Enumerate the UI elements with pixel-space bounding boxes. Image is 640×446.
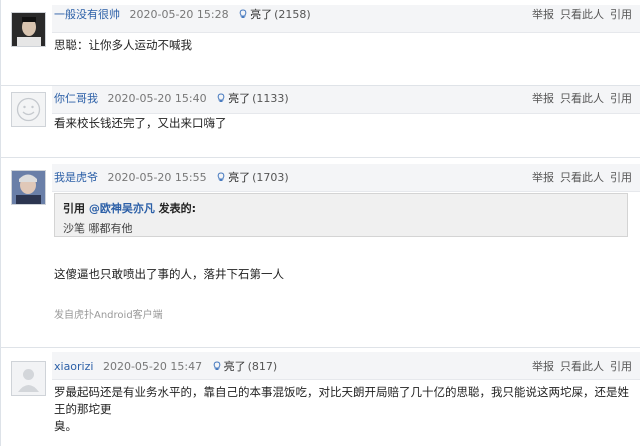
- reply-header: xiaorizi 2020-05-20 15:47 亮了 (817) 举报 只看此人…: [54, 358, 632, 374]
- light-button[interactable]: 亮了 (1703): [216, 171, 289, 184]
- light-label: 亮了: [228, 92, 251, 105]
- quote-suffix: 发表的:: [154, 202, 197, 215]
- post-time: 2020-05-20 15:28: [129, 8, 229, 21]
- quote-link[interactable]: 引用: [610, 92, 632, 105]
- light-bulb-icon: [217, 93, 225, 102]
- username[interactable]: 你仁哥我: [54, 92, 98, 105]
- reply-content: 看来校长钱还完了，又出来口嗨了: [54, 116, 227, 130]
- light-bulb-icon: [239, 9, 247, 18]
- post-time: 2020-05-20 15:47: [102, 360, 203, 373]
- only-this-user-link[interactable]: 只看此人: [560, 360, 604, 373]
- quote-link[interactable]: 引用: [610, 360, 632, 373]
- quote-header: 引用 @欧神吴亦凡 发表的:: [63, 200, 619, 216]
- post-actions: 举报 只看此人 引用: [526, 169, 632, 185]
- reply-content: 这傻逼也只敢喷出了事的人，落井下石第一人: [54, 267, 284, 281]
- light-count: (1133): [252, 92, 289, 105]
- only-this-user-link[interactable]: 只看此人: [560, 92, 604, 105]
- light-label: 亮了: [223, 360, 246, 373]
- light-count: (817): [247, 360, 278, 373]
- light-bulb-icon: [213, 361, 220, 370]
- username[interactable]: 我是虎爷: [54, 171, 98, 184]
- client-source: 发自虎扑Android客户端: [54, 310, 163, 321]
- quote-link[interactable]: 引用: [610, 8, 632, 21]
- user-photo-avatar-icon: [12, 13, 45, 46]
- default-person-avatar-icon: [12, 362, 45, 395]
- avatar[interactable]: [11, 92, 46, 127]
- reply-header: 我是虎爷 2020-05-20 15:55 亮了 (1703) 举报 只看此人 引用: [54, 169, 632, 185]
- light-button[interactable]: 亮了 (817): [212, 360, 278, 373]
- quote-body: 沙笔 哪都有他: [63, 222, 133, 235]
- reply-post: 我是虎爷 2020-05-20 15:55 亮了 (1703) 举报 只看此人引用 …: [0, 158, 640, 348]
- report-link[interactable]: 举报: [532, 92, 554, 105]
- light-count: (1703): [252, 171, 289, 184]
- only-this-user-link[interactable]: 只看此人: [560, 8, 604, 21]
- report-link[interactable]: 举报: [532, 360, 554, 373]
- light-label: 亮了: [250, 8, 273, 21]
- reply-content-line: 臭。: [54, 419, 77, 433]
- post-actions: 举报 只看此人 引用: [526, 6, 632, 22]
- avatar[interactable]: [11, 12, 46, 47]
- user-photo-avatar-icon: [12, 171, 45, 204]
- reply-content: 思聪：让你多人运动不喊我: [54, 38, 192, 52]
- quote-link[interactable]: 引用: [610, 171, 632, 184]
- quote-block: 引用 @欧神吴亦凡 发表的: 沙笔 哪都有他: [54, 193, 628, 237]
- post-actions: 举报 只看此人 引用: [526, 358, 632, 374]
- light-label: 亮了: [228, 171, 251, 184]
- reply-post: 你仁哥我 2020-05-20 15:40 亮了 (1133) 举报 只看此人 引用 …: [0, 86, 640, 158]
- default-smiley-avatar-icon: [12, 93, 45, 126]
- reply-post: xiaorizi 2020-05-20 15:47 亮了 (817) 举报 只看此人…: [0, 348, 640, 446]
- username[interactable]: 一般没有很帅: [54, 8, 120, 21]
- report-link[interactable]: 举报: [532, 8, 554, 21]
- reply-post: 一般没有很帅 2020-05-20 15:28 亮了 (2158) 举报 只看此人引…: [0, 0, 640, 86]
- reply-header: 你仁哥我 2020-05-20 15:40 亮了 (1133) 举报 只看此人 引用: [54, 90, 632, 106]
- reply-header: 一般没有很帅 2020-05-20 15:28 亮了 (2158) 举报 只看此人引…: [54, 6, 632, 22]
- light-button[interactable]: 亮了 (1133): [216, 92, 289, 105]
- reply-content: 罗最起码还是有业务水平的，靠自己的本事混饭吃，对比天朗开局赔了几十亿的思聪，我只…: [54, 384, 634, 435]
- post-time: 2020-05-20 15:40: [107, 92, 207, 105]
- light-button[interactable]: 亮了 (2158): [238, 8, 311, 21]
- light-count: (2158): [274, 8, 311, 21]
- only-this-user-link[interactable]: 只看此人: [560, 171, 604, 184]
- post-time: 2020-05-20 15:55: [107, 171, 207, 184]
- light-bulb-icon: [217, 172, 225, 181]
- username[interactable]: xiaorizi: [54, 360, 93, 373]
- report-link[interactable]: 举报: [532, 171, 554, 184]
- quote-prefix: 引用: [63, 202, 89, 215]
- quoted-username[interactable]: @欧神吴亦凡: [89, 202, 155, 215]
- post-actions: 举报 只看此人 引用: [526, 90, 632, 106]
- reply-content-line: 罗最起码还是有业务水平的，靠自己的本事混饭吃，对比天朗开局赔了几十亿的思聪，我只…: [54, 385, 629, 416]
- avatar[interactable]: [11, 170, 46, 205]
- avatar[interactable]: [11, 361, 46, 396]
